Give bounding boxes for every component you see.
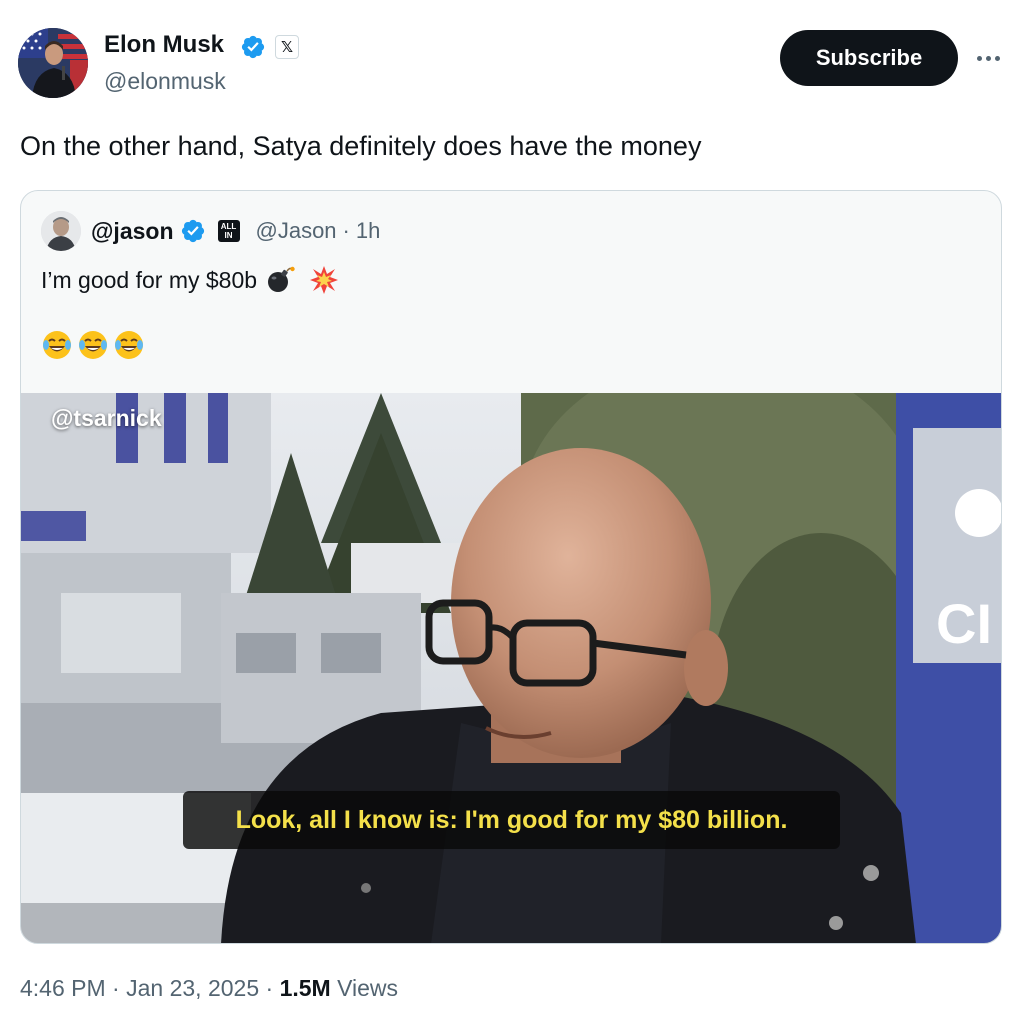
tweet-time[interactable]: 4:46 PM	[20, 975, 106, 1001]
laughing-crying-icon	[115, 331, 143, 359]
video-watermark: @tsarnick	[51, 405, 162, 431]
more-options-icon[interactable]	[968, 38, 1008, 78]
views-label: Views	[337, 975, 399, 1001]
quote-avatar-image	[41, 211, 81, 251]
tweet-text: On the other hand, Satya definitely does…	[20, 131, 702, 161]
author-name[interactable]: Elon Musk	[104, 31, 224, 59]
footer-separator: ·	[112, 975, 120, 1001]
x-affiliate-badge-icon: 𝕏	[275, 35, 299, 59]
quote-author-avatar[interactable]	[41, 211, 81, 251]
laughing-crying-icon	[43, 331, 71, 359]
all-in-affiliate-badge-icon: ALL IN	[217, 220, 240, 242]
video-frame-image: CI	[21, 393, 1001, 943]
footer-separator: ·	[265, 975, 274, 1001]
quote-timestamp[interactable]: 1h	[356, 218, 380, 244]
author-handle[interactable]: @elonmusk	[104, 68, 226, 95]
svg-text:CI: CI	[936, 592, 992, 655]
quote-verified-badge-icon	[181, 219, 204, 243]
verified-badge-icon	[241, 35, 265, 59]
tweet-date[interactable]: Jan 23, 2025	[126, 975, 259, 1001]
quote-text-row: I’m good for my $80b	[41, 265, 339, 295]
quote-text: I’m good for my $80b	[41, 266, 258, 293]
quote-author-name[interactable]: @jason	[91, 218, 174, 245]
video-caption: Look, all I know is: I'm good for my $80…	[183, 791, 840, 849]
reaction-emojis	[41, 329, 145, 361]
bomb-icon	[268, 266, 295, 292]
quote-separator: ·	[342, 218, 350, 243]
quote-header: @jason ALL IN @Jason · 1h	[41, 211, 380, 251]
author-avatar[interactable]	[18, 28, 88, 98]
avatar-image	[18, 28, 88, 98]
laughing-crying-icon	[79, 331, 107, 359]
subscribe-button[interactable]: Subscribe	[780, 30, 958, 86]
tweet-metadata: 4:46 PM · Jan 23, 2025 · 1.5M Views	[20, 975, 398, 1002]
quoted-tweet-card[interactable]: @jason ALL IN @Jason · 1h I’m good for my…	[20, 190, 1002, 944]
quote-author-handle[interactable]: @Jason	[256, 218, 337, 244]
views-count: 1.5M	[279, 975, 331, 1001]
explosion-icon	[310, 266, 339, 294]
quote-video-media[interactable]: CI @tsarnick Look, all I know is: I'm go…	[21, 393, 1001, 943]
